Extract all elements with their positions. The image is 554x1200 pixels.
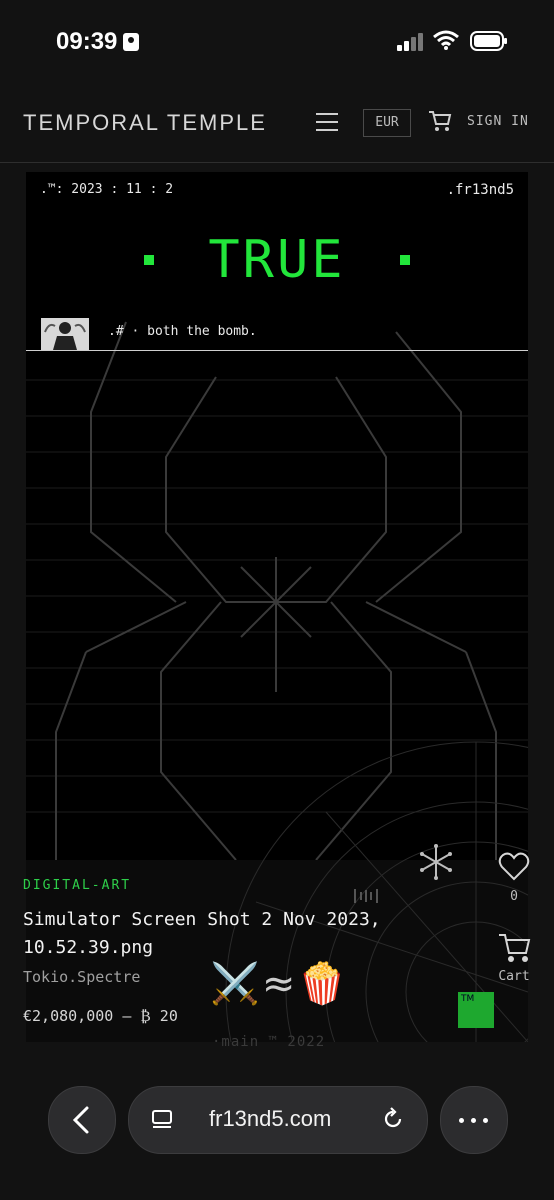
browser-toolbar: fr13nd5.com xyxy=(0,1078,554,1200)
url-text[interactable]: fr13nd5.com xyxy=(209,1106,331,1132)
cart-icon[interactable] xyxy=(428,110,452,132)
product-artist[interactable]: Tokio.Spectre xyxy=(23,968,140,986)
brand-logo[interactable]: TEMPORAL TEMPLE xyxy=(23,110,267,136)
id-badge-icon xyxy=(123,33,140,51)
emoji-row: ⚔️≈🍿 xyxy=(210,962,349,1006)
reader-icon[interactable] xyxy=(151,1109,173,1131)
product-price: €2,080,000 – ₿ 20 xyxy=(23,1007,178,1025)
currency-selector[interactable]: EUR xyxy=(363,109,411,137)
tm-badge: TM xyxy=(458,992,494,1028)
snowflake-icon xyxy=(420,844,452,880)
product-category[interactable]: DIGITAL-ART xyxy=(23,878,131,893)
wifi-icon xyxy=(433,30,459,50)
back-button[interactable] xyxy=(48,1086,116,1154)
status-time: 09:39 xyxy=(56,28,140,56)
popcorn-emoji: 🍿 xyxy=(297,961,348,1007)
address-bar[interactable]: fr13nd5.com xyxy=(128,1086,428,1154)
crossed-swords-emoji: ⚔️ xyxy=(210,961,260,1007)
menu-icon[interactable] xyxy=(316,113,338,133)
heart-icon[interactable] xyxy=(498,852,530,882)
signal-icon xyxy=(397,33,423,51)
reload-icon[interactable] xyxy=(381,1107,405,1131)
sign-in-link[interactable]: SIGN IN xyxy=(467,114,529,129)
battery-icon xyxy=(470,31,507,51)
back-icon xyxy=(72,1106,89,1134)
status-bar: 09:39 xyxy=(0,0,554,84)
product-title[interactable]: Simulator Screen Shot 2 Nov 2023, 10.52.… xyxy=(23,906,423,962)
radio-signal-icon xyxy=(354,889,378,903)
cart-label[interactable]: Cart xyxy=(492,969,536,984)
add-to-cart-icon[interactable] xyxy=(498,932,532,964)
card-footer-mark: ·main ™ 2022 xyxy=(212,1034,326,1050)
like-count: 0 xyxy=(510,889,518,904)
site-header: TEMPORAL TEMPLE EUR SIGN IN xyxy=(0,84,554,163)
more-icon[interactable] xyxy=(440,1086,508,1154)
approx-emoji: ≈ xyxy=(261,961,296,1007)
